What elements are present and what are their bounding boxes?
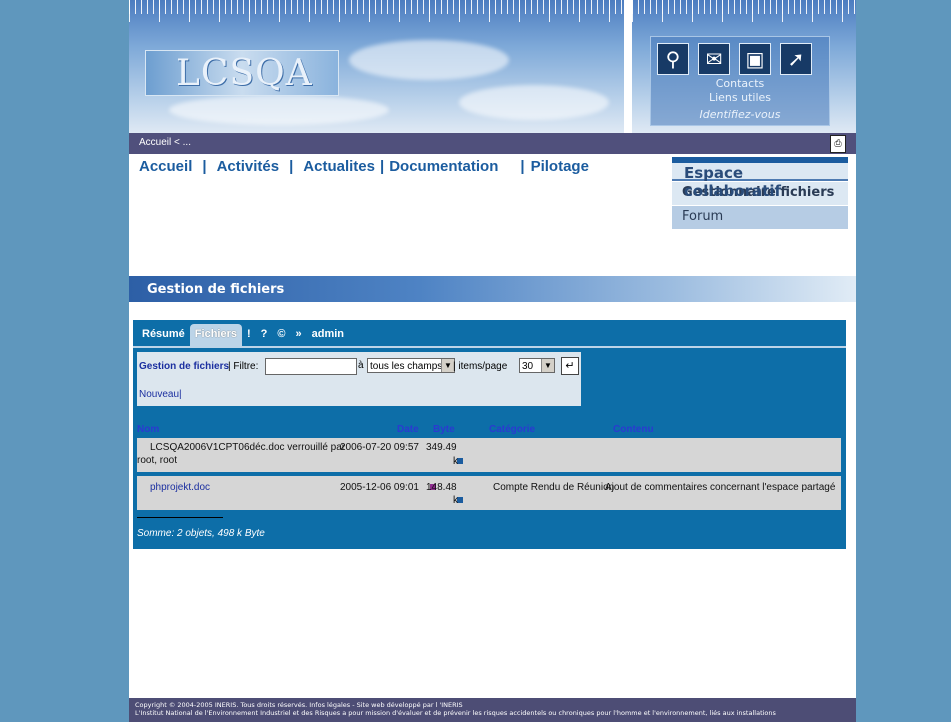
summary-text: Somme: 2 objets, 498 k Byte bbox=[137, 528, 265, 539]
nav-activites[interactable]: Activités bbox=[217, 158, 280, 175]
compass-icon[interactable]: ➚ bbox=[780, 43, 812, 75]
side-menu: Espace collaboratif Gestionnaire fichier… bbox=[672, 157, 848, 229]
side-menu-title: Espace collaboratif bbox=[672, 157, 848, 200]
file-size: 148.48 bbox=[426, 482, 457, 493]
nav-documentation[interactable]: Documentation bbox=[389, 158, 498, 175]
footer: Copyright © 2004-2005 INERIS. Tous droit… bbox=[129, 698, 856, 722]
page-container: LCSQA ⚲ ✉ ▣ ➚ Contacts Liens utiles Iden… bbox=[129, 0, 856, 722]
nav-actualites[interactable]: Actualites bbox=[303, 158, 375, 175]
cloud-decoration bbox=[349, 40, 509, 80]
file-size-unit: k bbox=[453, 456, 463, 467]
logo-text: LCSQA bbox=[176, 53, 313, 94]
liens-utiles-link[interactable]: Liens utiles bbox=[651, 91, 829, 104]
table-header: Nom Date Byte Catégorie Contenu bbox=[133, 424, 846, 438]
items-per-page-select[interactable]: 30 ▼ bbox=[519, 358, 555, 373]
file-date: 2005-12-06 09:01 bbox=[340, 482, 419, 493]
ruler-decoration-major bbox=[129, 0, 624, 22]
chevron-down-icon: ▼ bbox=[541, 359, 554, 372]
tab-copyright[interactable]: © bbox=[272, 324, 290, 346]
file-name-owner: root, root bbox=[137, 455, 178, 466]
tab-help[interactable]: ? bbox=[256, 324, 273, 346]
column-content[interactable]: Contenu bbox=[613, 424, 654, 435]
column-category[interactable]: Catégorie bbox=[489, 424, 535, 435]
header-right-panel: ⚲ ✉ ▣ ➚ Contacts Liens utiles Identifiez… bbox=[632, 0, 856, 133]
file-size-unit: k bbox=[453, 495, 463, 506]
fullscreen-icon[interactable]: ▣ bbox=[739, 43, 771, 75]
tab-more[interactable]: » bbox=[291, 324, 307, 346]
file-content: Ajout de commentaires concernant l'espac… bbox=[605, 482, 836, 493]
nav-separator: | bbox=[380, 158, 385, 175]
page-background: LCSQA ⚲ ✉ ▣ ➚ Contacts Liens utiles Iden… bbox=[8, 0, 944, 722]
file-size: 349.49 bbox=[426, 442, 457, 453]
file-category: Compte Rendu de Réunion bbox=[493, 482, 615, 493]
tab-resume[interactable]: Résumé bbox=[137, 324, 190, 346]
tab-underline bbox=[133, 346, 846, 348]
column-name[interactable]: Nom bbox=[137, 424, 159, 435]
main-nav: Accueil | Activités | Actualites | Docum… bbox=[139, 158, 589, 175]
tab-bar: Résumé Fichiers ! ? © » admin bbox=[137, 324, 349, 346]
header-banner: LCSQA bbox=[129, 0, 624, 133]
filter-label: | Filtre: bbox=[228, 361, 259, 372]
field-select[interactable]: tous les champs ▼ bbox=[367, 358, 455, 373]
filter-title-link[interactable]: Gestion de fichiers bbox=[139, 361, 229, 372]
tab-admin[interactable]: admin bbox=[307, 324, 349, 346]
column-byte[interactable]: Byte bbox=[433, 424, 455, 435]
file-name[interactable]: phprojekt.doc bbox=[150, 482, 210, 493]
unit-text: k bbox=[453, 495, 458, 506]
file-date: 2006-07-20 09:57 bbox=[340, 442, 419, 453]
nav-separator: | bbox=[289, 158, 294, 175]
print-icon[interactable]: ⎙ bbox=[830, 135, 846, 153]
nav-pilotage[interactable]: Pilotage bbox=[531, 158, 589, 175]
field-label: à bbox=[358, 360, 364, 371]
cloud-decoration bbox=[459, 85, 609, 120]
submit-icon[interactable]: ↵ bbox=[561, 357, 579, 375]
lcsqa-logo[interactable]: LCSQA bbox=[145, 50, 339, 96]
contacts-link[interactable]: Contacts bbox=[651, 77, 829, 90]
new-link: Nouveau| bbox=[139, 389, 182, 400]
toolbox: ⚲ ✉ ▣ ➚ Contacts Liens utiles Identifiez… bbox=[650, 36, 830, 126]
breadcrumb-bar: Accueil < ... ⎙ bbox=[129, 133, 856, 154]
identify-link[interactable]: Identifiez-vous bbox=[651, 108, 829, 121]
unit-text: k bbox=[453, 456, 458, 467]
summary-divider bbox=[137, 517, 223, 518]
table-row: LCSQA2006V1CPT06déc.doc verrouillé par r… bbox=[137, 438, 841, 472]
tab-fichiers[interactable]: Fichiers bbox=[189, 324, 242, 346]
file-size-value: 148.48 bbox=[426, 482, 457, 493]
items-per-page-value: 30 bbox=[522, 361, 534, 372]
search-icon[interactable]: ⚲ bbox=[657, 43, 689, 75]
mail-icon[interactable]: ✉ bbox=[698, 43, 730, 75]
file-manager: Résumé Fichiers ! ? © » admin Gestion de… bbox=[133, 320, 846, 549]
ruler-decoration-major bbox=[632, 0, 856, 22]
footer-copyright: Copyright © 2004-2005 INERIS. Tous droit… bbox=[135, 701, 463, 709]
nav-separator: | bbox=[520, 158, 525, 175]
section-title: Gestion de fichiers bbox=[147, 282, 285, 297]
nav-accueil[interactable]: Accueil bbox=[139, 158, 192, 175]
file-name[interactable]: LCSQA2006V1CPT06déc.doc verrouillé par bbox=[150, 442, 345, 453]
tab-exclamation[interactable]: ! bbox=[242, 324, 256, 346]
breadcrumb[interactable]: Accueil < ... bbox=[139, 137, 191, 148]
cloud-decoration bbox=[169, 95, 389, 125]
items-per-page-label: | items/page bbox=[453, 361, 508, 372]
field-select-value: tous les champs bbox=[370, 361, 443, 372]
side-menu-item-forum[interactable]: Forum bbox=[672, 206, 848, 229]
table-row: phprojekt.doc 2005-12-06 09:01 148.48 k … bbox=[137, 476, 841, 510]
footer-mission: L'Institut National de l'Environnement I… bbox=[135, 709, 776, 717]
new-link-separator: | bbox=[179, 389, 182, 400]
section-banner: Gestion de fichiers bbox=[129, 276, 856, 302]
filter-input[interactable] bbox=[265, 358, 357, 375]
side-menu-title-text: Espace collaboratif bbox=[684, 164, 782, 200]
column-date[interactable]: Date bbox=[397, 424, 419, 435]
filter-panel: Gestion de fichiers | Filtre: à tous les… bbox=[137, 352, 581, 406]
new-link-text[interactable]: Nouveau bbox=[139, 389, 179, 400]
nav-separator: | bbox=[202, 158, 207, 175]
